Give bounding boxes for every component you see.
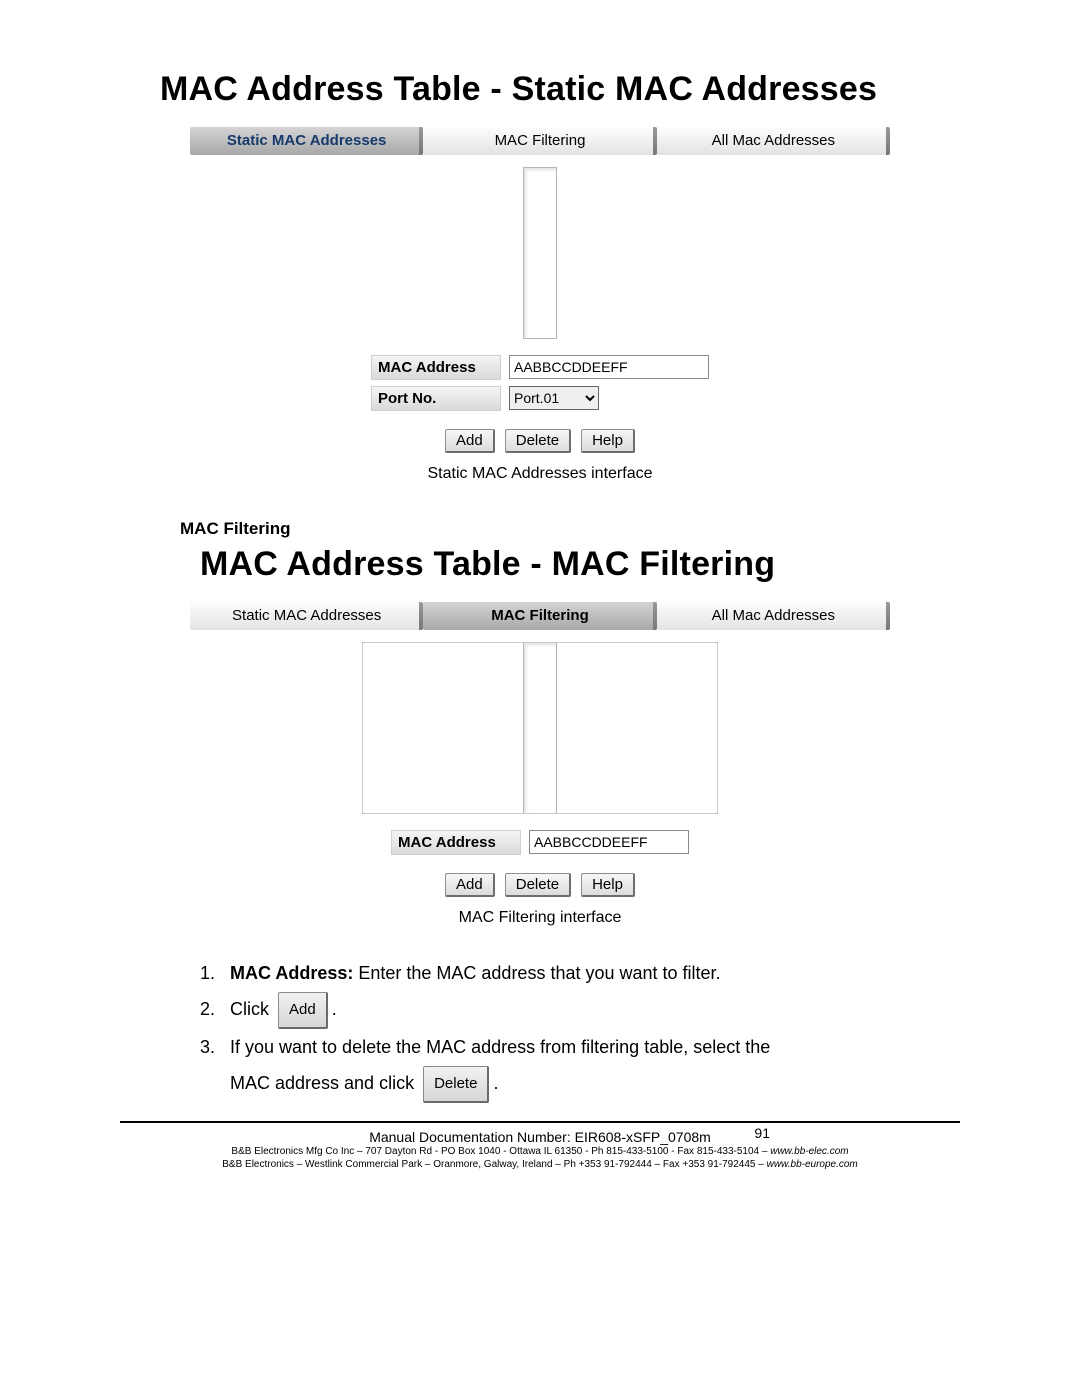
tab-divider-icon <box>886 127 890 155</box>
tab-all-mac-addresses[interactable]: All Mac Addresses <box>657 602 890 630</box>
tab-divider-icon <box>886 602 890 630</box>
mac-address-input[interactable] <box>529 830 689 854</box>
panel2-buttons: Add Delete Help <box>190 873 890 897</box>
instruction-step-2: Click Add. <box>220 991 940 1029</box>
panel1-ui: Static MAC Addresses MAC Filtering All M… <box>190 127 890 483</box>
mac-address-input[interactable] <box>509 355 709 379</box>
panel1-tabs: Static MAC Addresses MAC Filtering All M… <box>190 127 890 155</box>
tab-mac-filtering[interactable]: MAC Filtering <box>423 602 656 630</box>
step1-text: Enter the MAC address that you want to f… <box>353 963 720 983</box>
port-select[interactable]: Port.01 <box>509 386 599 410</box>
inline-add-button: Add <box>278 992 328 1029</box>
step3-line1: If you want to delete the MAC address fr… <box>230 1037 770 1057</box>
tab-static-mac-addresses[interactable]: Static MAC Addresses <box>190 602 423 630</box>
tab-label: Static MAC Addresses <box>227 132 387 149</box>
tab-label: MAC Filtering <box>495 132 586 149</box>
panel1-form: MAC Address Port No. Port.01 <box>371 355 709 411</box>
step3-line2-prefix: MAC address and click <box>230 1073 419 1093</box>
panel2-left-pane <box>363 643 523 813</box>
step3-line2-suffix: . <box>493 1073 498 1093</box>
panel1-title: MAC Address Table - Static MAC Addresses <box>120 70 960 109</box>
panel1-buttons: Add Delete Help <box>190 429 890 453</box>
help-button[interactable]: Help <box>581 429 635 453</box>
tab-all-mac-addresses[interactable]: All Mac Addresses <box>657 127 890 155</box>
step1-label: MAC Address: <box>230 963 353 983</box>
tab-mac-filtering[interactable]: MAC Filtering <box>423 127 656 155</box>
help-button[interactable]: Help <box>581 873 635 897</box>
delete-button[interactable]: Delete <box>505 429 571 453</box>
tab-static-mac-addresses[interactable]: Static MAC Addresses <box>190 127 423 155</box>
page-number: 91 <box>754 1125 770 1141</box>
panel2-form: MAC Address <box>391 830 689 855</box>
step2-prefix: Click <box>230 999 274 1019</box>
instruction-step-1: MAC Address: Enter the MAC address that … <box>220 955 940 991</box>
section-mac-filtering-heading: MAC Filtering <box>180 519 960 539</box>
mac-address-label: MAC Address <box>371 355 501 380</box>
footer-divider <box>120 1121 960 1123</box>
add-button[interactable]: Add <box>445 429 495 453</box>
panel1-mac-list[interactable] <box>523 167 557 339</box>
footer-address-2: B&B Electronics – Westlink Commercial Pa… <box>120 1158 960 1171</box>
instruction-step-3: If you want to delete the MAC address fr… <box>220 1029 940 1103</box>
inline-delete-button: Delete <box>423 1066 489 1103</box>
tab-label: MAC Filtering <box>491 607 589 624</box>
mac-address-label: MAC Address <box>391 830 521 855</box>
tab-label: All Mac Addresses <box>712 132 835 149</box>
panel2-title: MAC Address Table - MAC Filtering <box>120 545 960 584</box>
port-no-label: Port No. <box>371 386 501 411</box>
panel2-ui: Static MAC Addresses MAC Filtering All M… <box>190 602 890 927</box>
panel2-tabs: Static MAC Addresses MAC Filtering All M… <box>190 602 890 630</box>
footer-address-1: B&B Electronics Mfg Co Inc – 707 Dayton … <box>120 1145 960 1158</box>
panel2-right-pane <box>557 643 717 813</box>
tab-label: All Mac Addresses <box>712 607 835 624</box>
panel2-mac-list[interactable] <box>523 643 557 813</box>
tab-label: Static MAC Addresses <box>232 607 381 624</box>
step2-suffix: . <box>332 999 337 1019</box>
panel1-caption: Static MAC Addresses interface <box>190 465 890 483</box>
footer-doc-number: Manual Documentation Number: EIR608-xSFP… <box>120 1129 960 1145</box>
delete-button[interactable]: Delete <box>505 873 571 897</box>
panel2-caption: MAC Filtering interface <box>190 909 890 927</box>
instructions: MAC Address: Enter the MAC address that … <box>180 955 960 1103</box>
add-button[interactable]: Add <box>445 873 495 897</box>
